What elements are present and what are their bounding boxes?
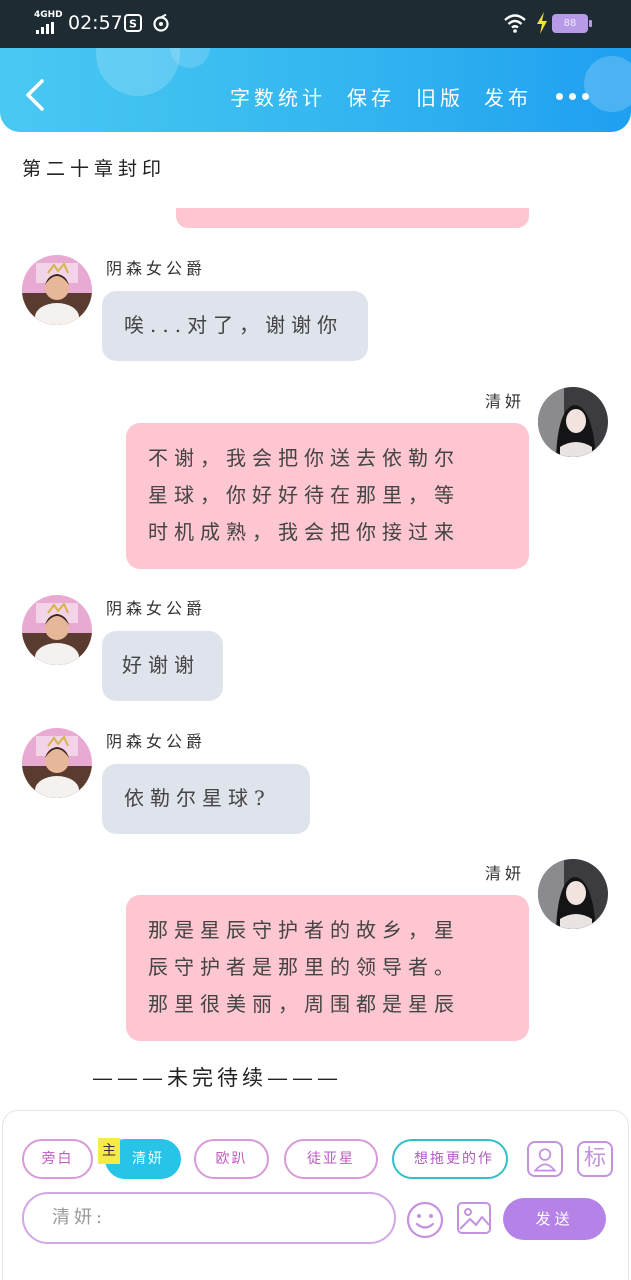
top-bar: 字数统计 保存 旧版 发布 — [0, 48, 631, 132]
role-manage-icon[interactable] — [527, 1141, 563, 1177]
signal-icon — [36, 22, 58, 34]
battery-icon: 88 — [552, 14, 592, 33]
avatar[interactable] — [22, 728, 92, 798]
role-chip[interactable]: 徒亚星 — [284, 1139, 378, 1179]
previous-message-bubble — [176, 208, 529, 228]
sender-name: 阴森女公爵 — [106, 259, 207, 278]
message-text: 依勒尔星球? — [124, 786, 271, 810]
tag-button[interactable]: 标 — [577, 1141, 613, 1177]
image-icon[interactable] — [456, 1200, 492, 1236]
more-options-icon[interactable] — [556, 92, 590, 102]
save-button[interactable]: 保存 — [347, 82, 395, 111]
avatar[interactable] — [538, 387, 608, 457]
send-button[interactable]: 发送 — [503, 1198, 606, 1240]
message-bubble[interactable]: 依勒尔星球? — [102, 764, 310, 834]
message-bubble[interactable]: 那是星辰守护者的故乡，星 辰守护者是那里的领导者。 那里很美丽，周围都是星辰 — [126, 895, 529, 1041]
wifi-icon — [504, 14, 526, 33]
message-text: 那里很美丽，周围都是星辰 — [148, 992, 460, 1016]
main-role-badge: 主 — [98, 1138, 120, 1164]
role-chip[interactable]: 欧趴 — [194, 1139, 269, 1179]
old-version-button[interactable]: 旧版 — [416, 82, 464, 111]
charging-icon — [537, 12, 547, 34]
message-text: 那是星辰守护者的故乡，星 — [148, 918, 460, 942]
avatar[interactable] — [22, 595, 92, 665]
app-swirl-icon — [153, 14, 169, 32]
message-text: 唉...对了，谢谢你 — [124, 313, 344, 337]
message-text: 时机成熟，我会把你接过来 — [148, 520, 460, 544]
role-chip-narrator[interactable]: 旁白 — [22, 1139, 93, 1179]
status-bar: 4GHD 02:57 S 88 — [0, 0, 631, 48]
network-type: 4GHD — [34, 10, 63, 20]
message-text: 星球，你好好待在那里，等 — [148, 483, 460, 507]
avatar[interactable] — [22, 255, 92, 325]
app-s-icon: S — [124, 14, 142, 32]
avatar[interactable] — [538, 859, 608, 929]
sender-name: 清妍 — [485, 864, 526, 883]
chapter-title: 第二十章封印 — [22, 158, 167, 180]
to-be-continued: ———未完待续——— — [92, 1066, 342, 1090]
publish-button[interactable]: 发布 — [484, 82, 532, 111]
message-input[interactable]: 清妍: — [22, 1192, 396, 1244]
role-chip[interactable]: 想拖更的作 — [392, 1139, 508, 1179]
svg-text:S: S — [129, 18, 137, 31]
clock: 02:57 — [68, 12, 123, 34]
sender-name: 阴森女公爵 — [106, 732, 207, 751]
sender-name: 清妍 — [485, 392, 526, 411]
message-bubble[interactable]: 好谢谢 — [102, 631, 223, 701]
emoji-icon[interactable] — [405, 1200, 445, 1240]
back-arrow-icon[interactable] — [22, 78, 48, 112]
word-count-button[interactable]: 字数统计 — [230, 82, 326, 111]
sender-name: 阴森女公爵 — [106, 599, 207, 618]
message-text: 不谢，我会把你送去依勒尔 — [148, 446, 460, 470]
message-text: 好谢谢 — [122, 653, 200, 677]
message-bubble[interactable]: 唉...对了，谢谢你 — [102, 291, 368, 361]
message-text: 辰守护者是那里的领导者。 — [148, 955, 460, 979]
message-bubble[interactable]: 不谢，我会把你送去依勒尔 星球，你好好待在那里，等 时机成熟，我会把你接过来 — [126, 423, 529, 569]
